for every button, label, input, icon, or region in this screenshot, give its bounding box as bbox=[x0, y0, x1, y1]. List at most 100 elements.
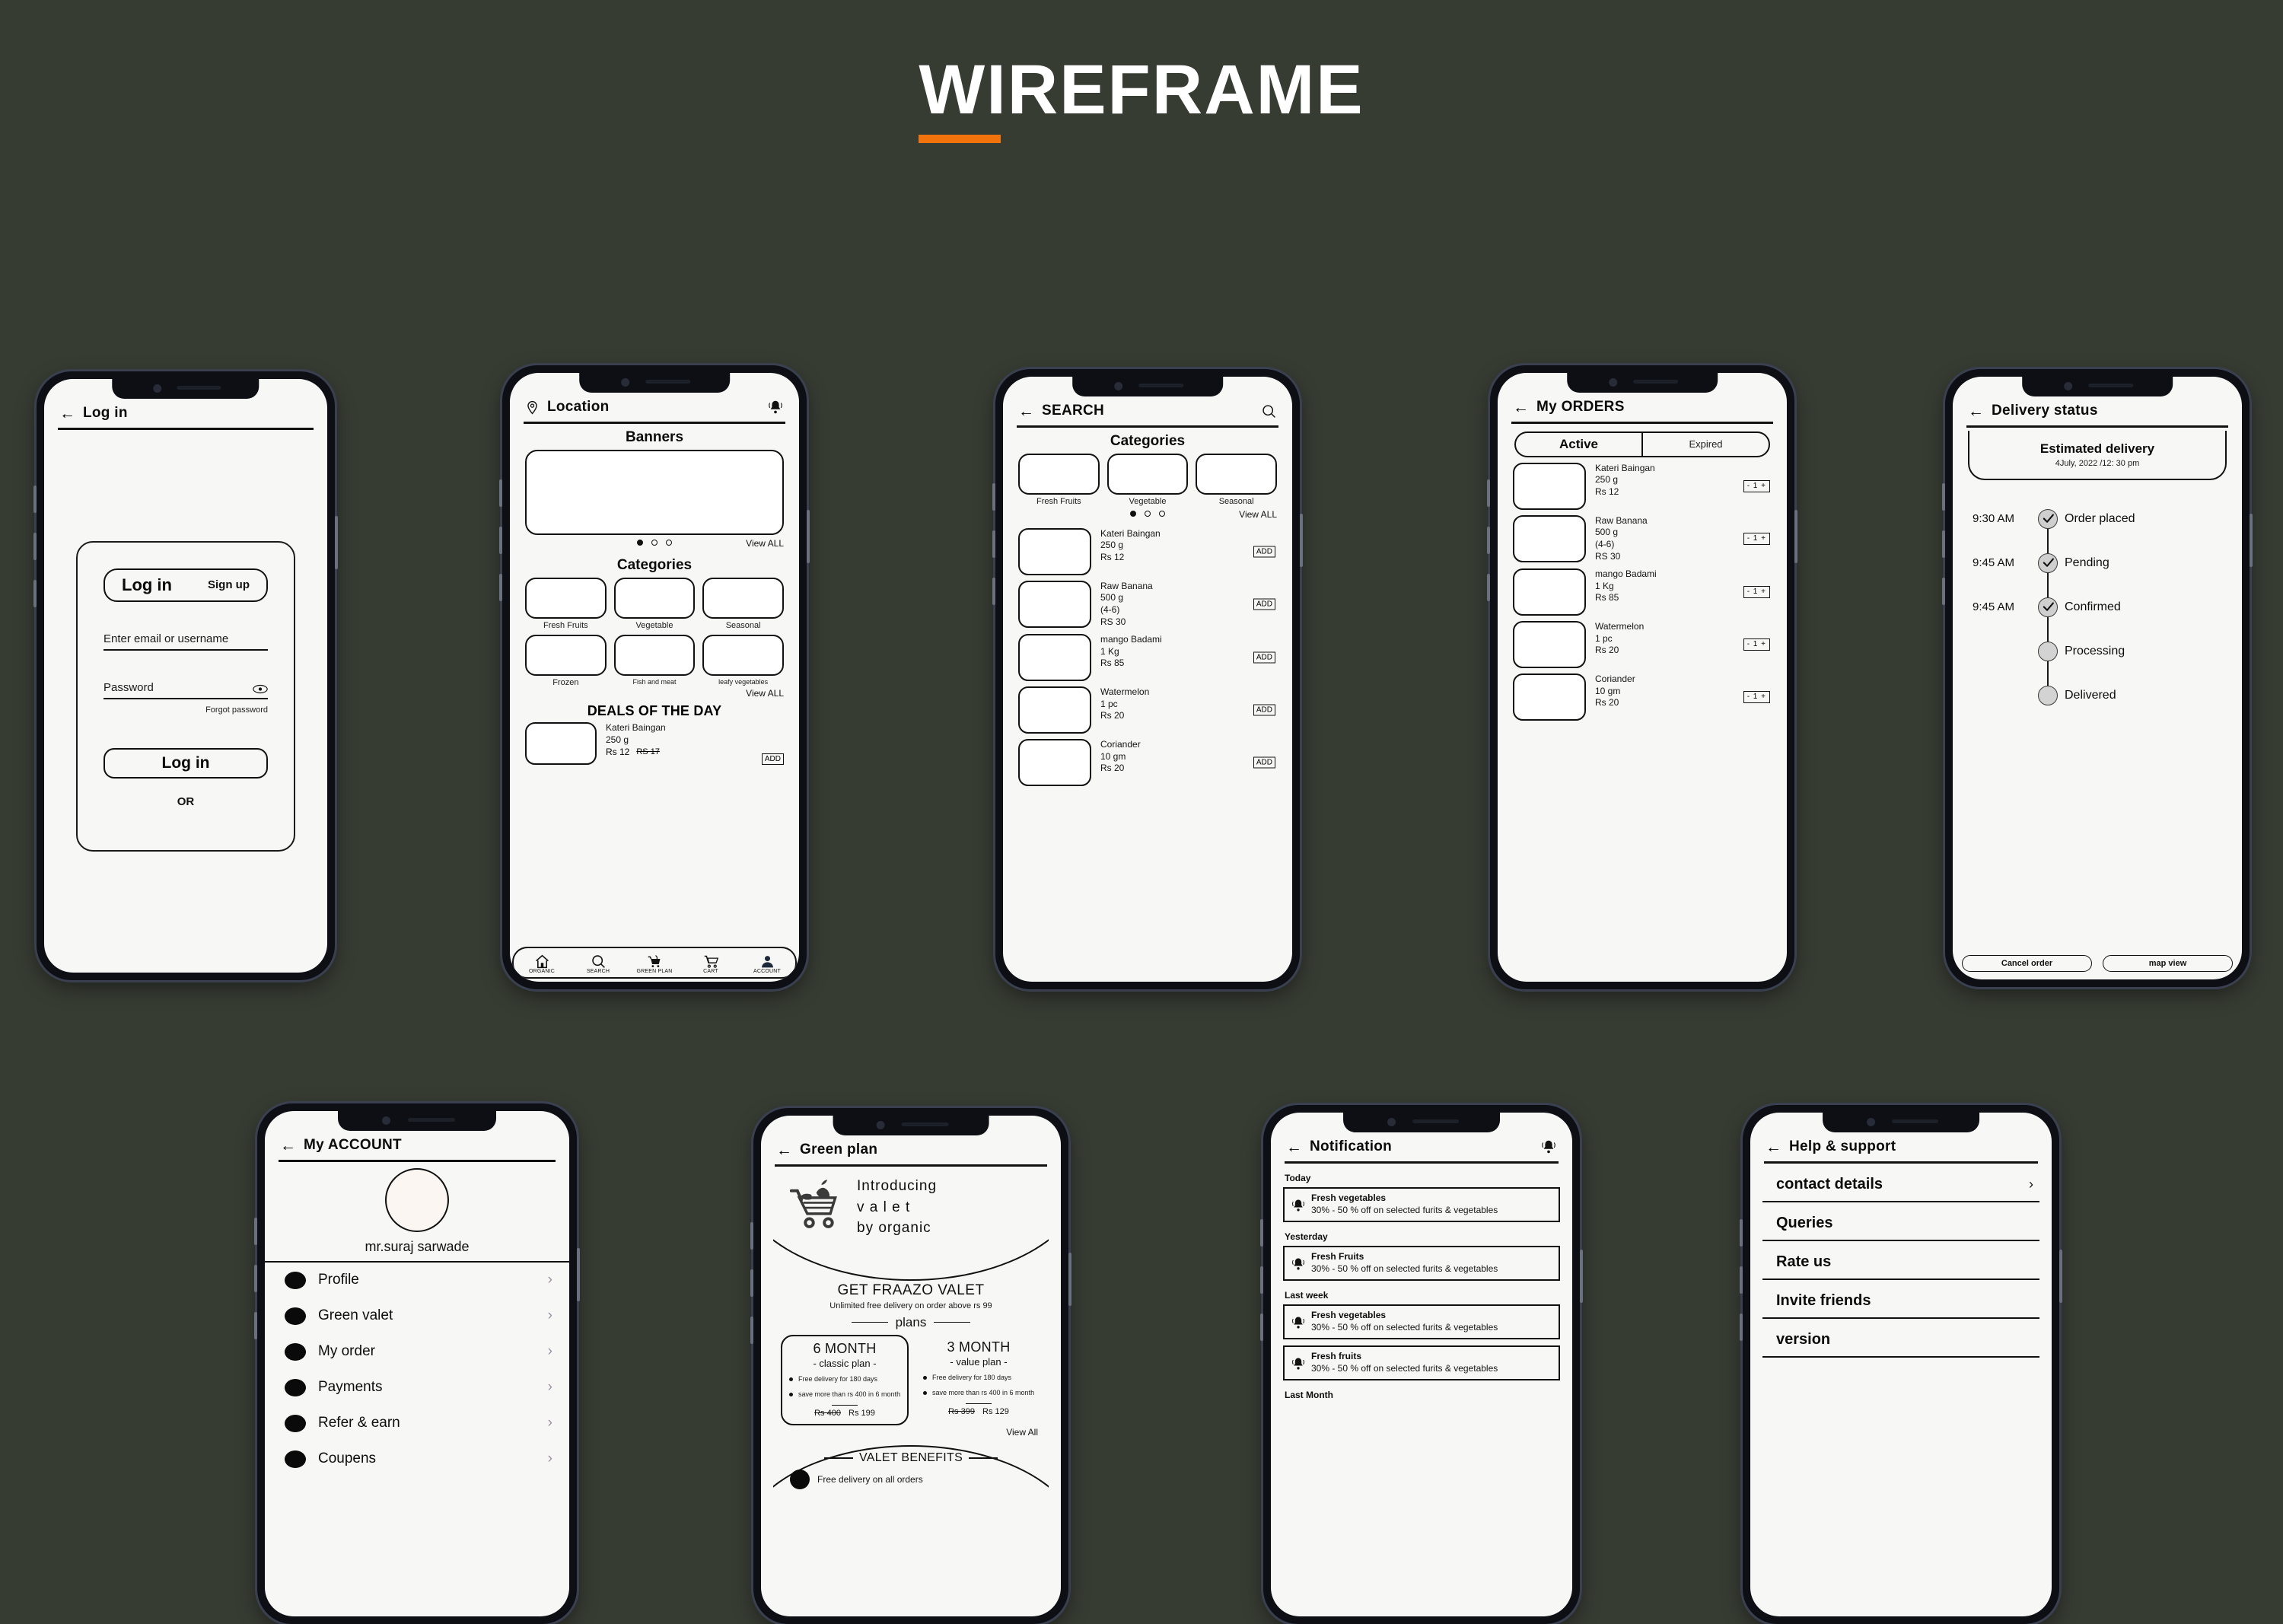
notch bbox=[579, 373, 730, 393]
category-item[interactable]: Fish and meat bbox=[613, 634, 696, 687]
email-field[interactable]: Enter email or username bbox=[103, 632, 268, 651]
back-arrow-icon[interactable]: ← bbox=[59, 406, 75, 422]
tab-expired[interactable]: Expired bbox=[1643, 433, 1769, 456]
tab-account[interactable]: ACCOUNT bbox=[739, 954, 795, 974]
banner-carousel[interactable] bbox=[525, 449, 784, 535]
notification-card[interactable]: Fresh vegetables 30% - 50 % off on selec… bbox=[1283, 1304, 1560, 1340]
help-item-queries[interactable]: Queries bbox=[1762, 1202, 2039, 1241]
add-button[interactable]: ADD bbox=[1253, 756, 1275, 769]
quantity-stepper[interactable]: - 1 + bbox=[1743, 479, 1770, 492]
location-pin-icon[interactable] bbox=[525, 400, 540, 415]
category-label: Seasonal bbox=[725, 620, 761, 630]
add-button[interactable]: ADD bbox=[761, 753, 784, 765]
help-item-invite-friends[interactable]: Invite friends bbox=[1762, 1280, 2039, 1319]
plan-new-price: Rs 199 bbox=[849, 1408, 875, 1418]
tab-green-plan[interactable]: GREEN PLAN bbox=[626, 954, 683, 974]
quantity-stepper[interactable]: - 1 + bbox=[1743, 533, 1770, 546]
category-item[interactable]: leafy vegetables bbox=[702, 634, 784, 687]
bullet-icon bbox=[285, 1450, 306, 1468]
banner-view-all-link[interactable]: View ALL bbox=[746, 538, 784, 549]
account-item-coupens[interactable]: Coupens › bbox=[277, 1441, 557, 1477]
bell-icon[interactable] bbox=[767, 399, 784, 416]
product-row[interactable]: Coriander 10 gm Rs 20 ADD bbox=[1018, 738, 1277, 786]
plan-card-3-month[interactable]: 3 MONTH - value plan - Free delivery for… bbox=[916, 1335, 1041, 1425]
account-item-payments[interactable]: Payments › bbox=[277, 1370, 557, 1406]
tab-search[interactable]: SEARCH bbox=[570, 954, 626, 974]
back-arrow-icon[interactable]: ← bbox=[1286, 1139, 1302, 1155]
carousel-dot[interactable] bbox=[1130, 510, 1136, 517]
product-row[interactable]: Watermelon 1 pc Rs 20 ADD bbox=[1018, 686, 1277, 734]
account-item-green-valet[interactable]: Green valet › bbox=[277, 1298, 557, 1334]
tab-login[interactable]: Log in bbox=[122, 575, 172, 595]
help-item-rate-us[interactable]: Rate us bbox=[1762, 1241, 2039, 1280]
tab-organic[interactable]: ORGANIC bbox=[514, 954, 570, 974]
quantity-stepper[interactable]: - 1 + bbox=[1743, 690, 1770, 703]
product-price: Rs 12 bbox=[1100, 552, 1125, 563]
add-button[interactable]: ADD bbox=[1253, 546, 1275, 557]
add-button[interactable]: ADD bbox=[1253, 598, 1275, 610]
title-underline-accent bbox=[919, 135, 1001, 143]
deal-card[interactable]: Kateri Baingan 250 g Rs 12 RS 17 ADD bbox=[525, 721, 784, 765]
back-arrow-icon[interactable]: ← bbox=[1018, 403, 1034, 419]
order-row[interactable]: Coriander 10 gm Rs 20 - 1 + bbox=[1513, 673, 1772, 721]
carousel-dot[interactable] bbox=[666, 539, 672, 546]
back-arrow-icon[interactable]: ← bbox=[280, 1138, 296, 1154]
back-arrow-icon[interactable]: ← bbox=[1766, 1139, 1782, 1155]
account-item-profile[interactable]: Profile › bbox=[277, 1263, 557, 1298]
quantity-stepper[interactable]: - 1 + bbox=[1743, 638, 1770, 651]
back-arrow-icon[interactable]: ← bbox=[776, 1142, 792, 1158]
account-item-my-order[interactable]: My order › bbox=[277, 1334, 557, 1370]
order-row[interactable]: Watermelon 1 pc Rs 20 - 1 + bbox=[1513, 620, 1772, 668]
password-field[interactable]: Password bbox=[103, 681, 268, 699]
order-row[interactable]: Kateri Baingan 250 g Rs 12 - 1 + bbox=[1513, 462, 1772, 510]
product-row[interactable]: Raw Banana 500 g (4-6) RS 30 ADD bbox=[1018, 580, 1277, 629]
search-icon[interactable] bbox=[1261, 403, 1277, 419]
order-row[interactable]: mango Badami 1 Kg Rs 85 - 1 + bbox=[1513, 568, 1772, 616]
product-row[interactable]: mango Badami 1 Kg Rs 85 ADD bbox=[1018, 633, 1277, 681]
cancel-order-button[interactable]: Cancel order bbox=[1962, 955, 2092, 972]
map-view-button[interactable]: map view bbox=[2103, 955, 2233, 972]
login-signup-toggle[interactable]: Log in Sign up bbox=[103, 568, 268, 602]
bell-icon[interactable] bbox=[1540, 1138, 1557, 1155]
tab-signup[interactable]: Sign up bbox=[208, 578, 250, 591]
category-item[interactable]: Fresh Fruits bbox=[525, 577, 607, 630]
eye-icon[interactable] bbox=[253, 684, 268, 694]
login-button[interactable]: Log in bbox=[103, 747, 268, 779]
notification-card[interactable]: Fresh fruits 30% - 50 % off on selected … bbox=[1283, 1345, 1560, 1381]
category-item[interactable]: Fresh Fruits bbox=[1018, 453, 1100, 506]
valet-benefits-header: VALET BENEFITS bbox=[773, 1439, 1049, 1465]
category-label: Vegetable bbox=[1129, 496, 1167, 506]
plans-view-all-link[interactable]: View All bbox=[773, 1427, 1038, 1438]
forgot-password-link[interactable]: Forgot password bbox=[100, 705, 268, 715]
carousel-dot[interactable] bbox=[1145, 510, 1151, 517]
notification-card[interactable]: Fresh Fruits 30% - 50 % off on selected … bbox=[1283, 1245, 1560, 1281]
category-item[interactable]: Seasonal bbox=[702, 577, 784, 630]
back-arrow-icon[interactable]: ← bbox=[1513, 400, 1529, 416]
add-button[interactable]: ADD bbox=[1253, 704, 1275, 716]
avatar[interactable] bbox=[385, 1167, 449, 1232]
carousel-dot[interactable] bbox=[1159, 510, 1165, 517]
help-item-version[interactable]: version bbox=[1762, 1319, 2039, 1358]
bell-icon bbox=[1291, 1193, 1306, 1213]
plan-card-6-month[interactable]: 6 MONTH - classic plan - Free delivery f… bbox=[781, 1334, 909, 1425]
tab-active[interactable]: Active bbox=[1516, 432, 1643, 456]
add-button[interactable]: ADD bbox=[1253, 651, 1275, 664]
category-item[interactable]: Vegetable bbox=[613, 577, 696, 630]
carousel-dot[interactable] bbox=[637, 539, 643, 546]
help-item-contact-details[interactable]: contact details › bbox=[1762, 1164, 2039, 1202]
order-row[interactable]: Raw Banana 500 g (4-6) RS 30 - 1 + bbox=[1513, 514, 1772, 563]
category-item[interactable]: Seasonal bbox=[1196, 453, 1277, 506]
quantity-stepper[interactable]: - 1 + bbox=[1743, 585, 1770, 598]
category-item[interactable]: Frozen bbox=[525, 634, 607, 687]
carousel-dot[interactable] bbox=[651, 539, 658, 546]
categories-view-all-link[interactable]: View ALL bbox=[522, 688, 784, 699]
delivery-title: Delivery status bbox=[1992, 403, 2098, 419]
back-arrow-icon[interactable]: ← bbox=[1968, 403, 1984, 419]
notification-card[interactable]: Fresh vegetables 30% - 50 % off on selec… bbox=[1283, 1186, 1560, 1222]
tab-cart[interactable]: CART bbox=[683, 954, 739, 974]
product-row[interactable]: Kateri Baingan 250 g Rs 12 ADD bbox=[1018, 527, 1277, 575]
search-view-all-link[interactable]: View ALL bbox=[1239, 509, 1277, 520]
account-item-refer-earn[interactable]: Refer & earn › bbox=[277, 1406, 557, 1441]
category-item[interactable]: Vegetable bbox=[1106, 453, 1189, 506]
chevron-right-icon: › bbox=[547, 1415, 552, 1431]
